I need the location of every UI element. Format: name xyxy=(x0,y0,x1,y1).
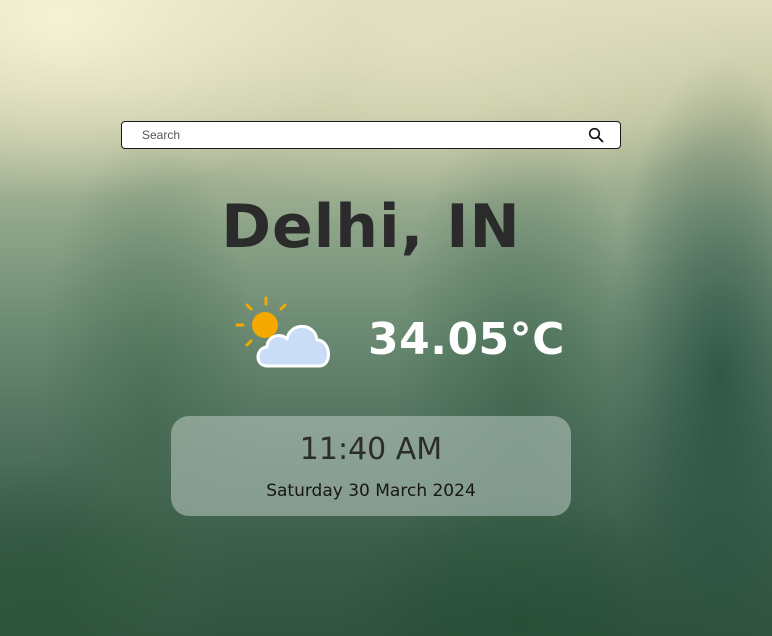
city-name: Delhi, IN xyxy=(221,192,521,262)
search-icon xyxy=(588,127,604,143)
weather-icon xyxy=(233,294,335,372)
current-time: 11:40 AM xyxy=(299,432,443,467)
search-bar xyxy=(121,121,621,149)
current-date: Saturday 30 March 2024 xyxy=(266,481,476,501)
search-input[interactable] xyxy=(142,126,572,144)
partly-cloudy-icon xyxy=(235,296,330,368)
search-button[interactable] xyxy=(588,127,604,143)
temperature: 34.05°C xyxy=(368,314,565,365)
time-card: 11:40 AM Saturday 30 March 2024 xyxy=(171,416,571,516)
